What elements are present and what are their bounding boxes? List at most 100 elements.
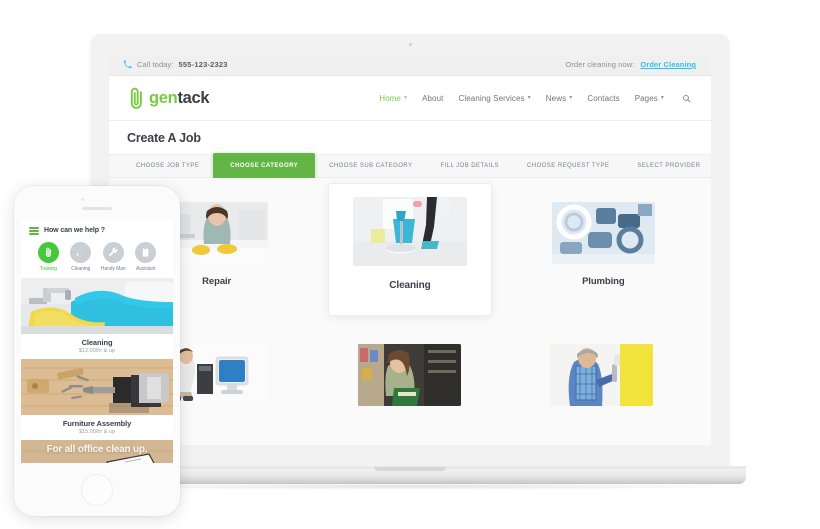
search-icon[interactable]: [682, 94, 691, 103]
laptop-screen: Call today: 555-123-2323 Order cleaning …: [109, 54, 711, 445]
category-card-painting[interactable]: [525, 334, 678, 414]
phone-home-button[interactable]: [81, 474, 113, 506]
nav-item-home[interactable]: Home ▾: [379, 94, 407, 103]
page-title: Create A Job: [127, 130, 201, 145]
category-label: Repair: [202, 276, 232, 287]
service-icon-circle: [37, 241, 59, 263]
phone-service-cleaning[interactable]: Cleaning: [65, 241, 98, 272]
topbar-order: Order cleaning now: Order Cleaning: [565, 60, 696, 69]
logo-text-second: tack: [177, 88, 210, 107]
phone-service-handy-man[interactable]: Handy Man: [97, 241, 130, 272]
step-choose-job-type[interactable]: CHOOSE JOB TYPE: [122, 155, 213, 177]
phone-header: How can we help ? Training Cleaning Hand…: [21, 220, 173, 278]
phone-service-training[interactable]: Training: [32, 241, 65, 272]
nav-item-about[interactable]: About: [422, 94, 443, 103]
phone-card-price: $12.00/hr & up: [78, 347, 116, 354]
category-label: Cleaning: [389, 280, 431, 291]
step-fill-job-details[interactable]: FILL JOB DETAILS: [426, 155, 513, 177]
plumbing-thumbnail: [551, 202, 655, 264]
phone-card-price: $15.00/hr & up: [78, 428, 116, 435]
phone-title-row: How can we help ?: [29, 227, 165, 235]
phone-screen: How can we help ? Training Cleaning Hand…: [21, 220, 173, 463]
site-navbar: gentack Home ▾ About Cleaning Services ▾: [109, 76, 711, 121]
nav-label: About: [422, 93, 444, 103]
webcam-icon: [408, 43, 412, 46]
nav-item-pages[interactable]: Pages ▾: [635, 94, 664, 103]
repair-thumbnail: [165, 202, 269, 264]
phone-number[interactable]: 555-123-2323: [179, 60, 228, 69]
page-header: Create A Job: [109, 121, 711, 154]
nav-label: Contacts: [587, 93, 620, 103]
category-card-cleaning[interactable]: Cleaning: [327, 183, 492, 316]
chevron-down-icon: ▾: [403, 95, 408, 101]
paperclip-icon: [45, 247, 51, 257]
step-choose-sub-category[interactable]: CHOOSE SUB CATEGORY: [315, 155, 426, 177]
hamburger-menu-icon[interactable]: [29, 227, 39, 235]
nav-label: Home: [379, 93, 401, 103]
phone-mockup: How can we help ? Training Cleaning Hand…: [14, 186, 180, 516]
phone-card-meta: Cleaning $12.00/hr & up: [21, 333, 173, 359]
nav-label: News: [545, 93, 567, 103]
phone-card-name: Cleaning: [81, 337, 113, 347]
phone-card-cleaning[interactable]: Cleaning $12.00/hr & up: [21, 277, 173, 359]
call-today-label: Call today:: [137, 60, 174, 69]
chevron-down-icon: ▾: [569, 95, 573, 101]
cleaning-thumbnail: [352, 197, 467, 266]
spray-icon: [77, 248, 84, 256]
service-icon-circle: [102, 241, 124, 263]
nav-label: Pages: [634, 93, 658, 103]
laptop-lid: Call today: 555-123-2323 Order cleaning …: [91, 34, 729, 466]
laptop-mockup: Call today: 555-123-2323 Order cleaning …: [63, 34, 757, 490]
chevron-down-icon: ▾: [527, 95, 531, 101]
shopping-thumbnail: [358, 344, 462, 406]
category-grid: Repair Cleaning Plumbing: [109, 178, 711, 445]
nav-item-cleaning-services[interactable]: Cleaning Services ▾: [458, 94, 530, 103]
phone-service-assistant[interactable]: Assistant: [130, 241, 163, 272]
logo-text: gentack: [149, 88, 210, 108]
computer-repair-thumbnail: [167, 344, 271, 406]
service-icon-circle: [70, 241, 92, 263]
laptop-base-notch: [374, 467, 446, 471]
phone-card-name: Furniture Assembly: [62, 418, 132, 428]
phone-speaker: [82, 207, 112, 210]
service-label: Training: [39, 265, 57, 272]
furniture-assembly-card-image: [21, 358, 173, 415]
chevron-down-icon: ▾: [660, 95, 664, 101]
phone-promo-text: For all office clean up.: [46, 443, 148, 455]
step-choose-category[interactable]: CHOOSE CATEGORY: [213, 153, 316, 179]
category-card-shopping[interactable]: [333, 334, 486, 414]
phone-service-icons: Training Cleaning Handy Man Assistant: [29, 235, 165, 272]
category-row-1: Repair Cleaning Plumbing: [109, 183, 711, 316]
service-label: Cleaning: [71, 265, 91, 272]
phone-icon: [123, 60, 132, 69]
order-now-label: Order cleaning now:: [565, 60, 635, 69]
step-select-provider[interactable]: SELECT PROVIDER: [623, 155, 711, 177]
phone-card-furniture-assembly[interactable]: Furniture Assembly $15.00/hr & up: [21, 358, 173, 440]
phone-camera-icon: [81, 198, 84, 201]
topbar-contact: Call today: 555-123-2323: [123, 60, 228, 69]
painting-thumbnail: [549, 344, 653, 406]
nav-label: Cleaning Services: [458, 93, 525, 103]
service-icon-circle: [135, 241, 157, 263]
category-card-plumbing[interactable]: Plumbing: [527, 192, 680, 316]
phone-header-title: How can we help ?: [44, 227, 105, 235]
nav-item-contacts[interactable]: Contacts: [587, 94, 619, 103]
nav-item-news[interactable]: News ▾: [546, 94, 573, 103]
wrench-icon: [108, 247, 118, 256]
phone-card-meta: Furniture Assembly $15.00/hr & up: [21, 414, 173, 440]
service-label: Assistant: [136, 265, 156, 272]
category-row-2: [109, 334, 711, 414]
site-topbar: Call today: 555-123-2323 Order cleaning …: [109, 54, 711, 76]
service-label: Handy Man: [100, 265, 126, 272]
step-choose-request-type[interactable]: CHOOSE REQUEST TYPE: [513, 155, 623, 177]
wizard-steps: CHOOSE JOB TYPE CHOOSE CATEGORY CHOOSE S…: [109, 153, 711, 179]
clipboard-icon: [143, 247, 149, 257]
site-logo[interactable]: gentack: [127, 86, 210, 111]
category-label: Plumbing: [582, 276, 625, 287]
logo-text-first: gen: [149, 88, 178, 107]
phone-promo-card[interactable]: For all office clean up.: [21, 439, 173, 463]
order-cleaning-link[interactable]: Order Cleaning: [640, 60, 696, 69]
paperclip-icon: [130, 87, 142, 109]
cleaning-card-image: [21, 277, 173, 334]
main-navigation: Home ▾ About Cleaning Services ▾ News ▾: [379, 94, 695, 103]
